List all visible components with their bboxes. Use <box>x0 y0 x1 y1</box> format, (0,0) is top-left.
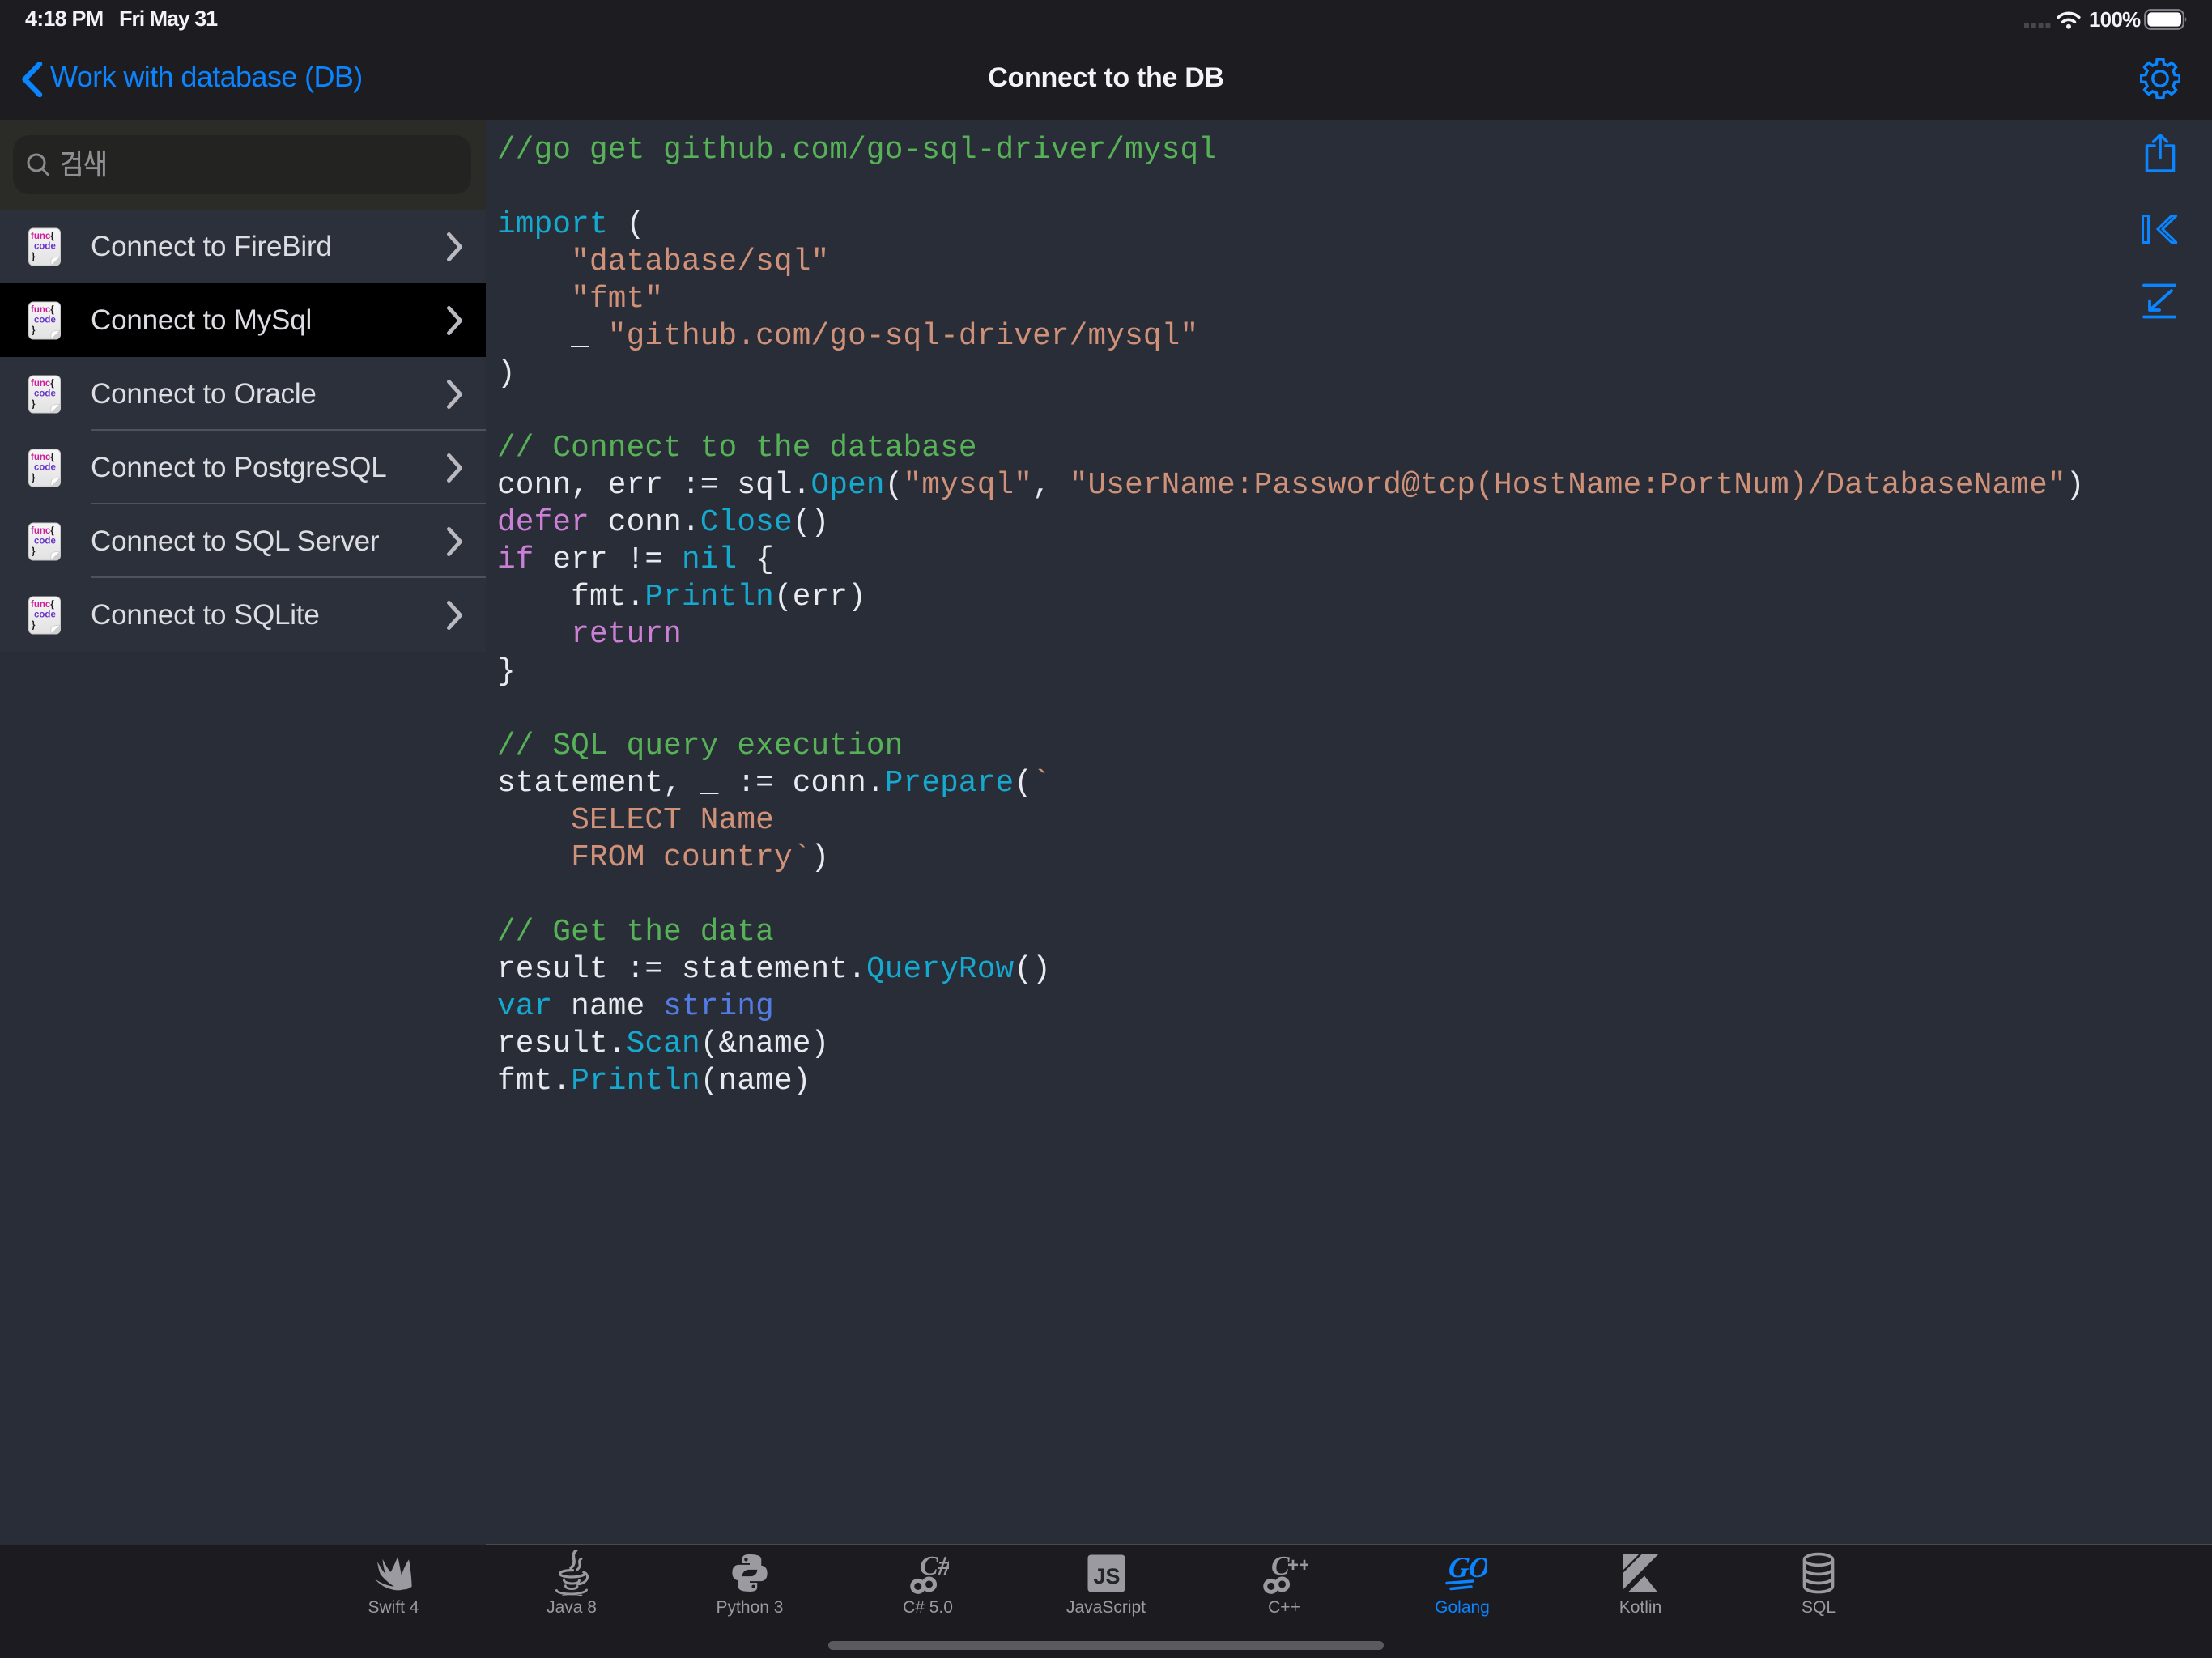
svg-text:func{: func{ <box>31 305 54 315</box>
svg-text:func{: func{ <box>31 232 54 241</box>
svg-text:}: } <box>32 399 36 409</box>
svg-text:GO: GO <box>1447 1553 1487 1584</box>
svg-text:code: code <box>34 315 56 325</box>
svg-text:code: code <box>34 241 56 251</box>
svg-text:func{: func{ <box>31 453 54 462</box>
svg-text:}: } <box>32 620 36 630</box>
svg-text:}: } <box>32 546 36 556</box>
svg-text:JS: JS <box>1093 1564 1120 1588</box>
svg-text:func{: func{ <box>31 600 54 610</box>
svg-text:++: ++ <box>1287 1554 1308 1576</box>
svg-text:C#: C# <box>920 1552 949 1581</box>
svg-text:code: code <box>34 536 56 546</box>
svg-text:code: code <box>34 610 56 619</box>
svg-text:}: } <box>32 473 36 483</box>
svg-text:func{: func{ <box>31 526 54 536</box>
svg-text:code: code <box>34 462 56 472</box>
svg-text:}: } <box>32 252 36 261</box>
svg-text:func{: func{ <box>31 379 54 389</box>
svg-text:code: code <box>34 389 56 398</box>
svg-text:}: } <box>32 325 36 335</box>
